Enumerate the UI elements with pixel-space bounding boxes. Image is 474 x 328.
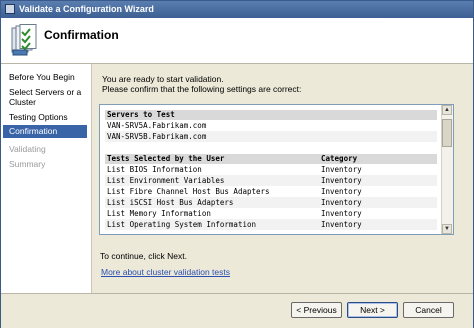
intro-line-1: You are ready to start validation. — [102, 74, 224, 84]
test-category: Inventory — [321, 187, 362, 196]
test-row: List iSCSI Host Bus Adapters Inventory — [105, 197, 437, 208]
wizard-footer: < Previous Next > Cancel — [1, 293, 473, 328]
wizard-header: Confirmation — [1, 18, 473, 64]
test-name: List iSCSI Host Bus Adapters — [107, 198, 234, 207]
intro-text: You are ready to start validation. Pleas… — [102, 74, 462, 94]
test-name: List Fibre Channel Host Bus Adapters — [107, 187, 270, 196]
wizard-steps-nav: Before You Begin Select Servers or a Clu… — [1, 64, 92, 293]
nav-step-before-you-begin[interactable]: Before You Begin — [3, 72, 87, 82]
cluster-validation-help-link[interactable]: More about cluster validation tests — [101, 267, 230, 277]
cancel-button[interactable]: Cancel — [403, 302, 454, 318]
wizard-checklist-icon — [11, 24, 37, 56]
test-category: Inventory — [321, 220, 362, 229]
next-button[interactable]: Next > — [347, 302, 398, 318]
intro-line-2: Please confirm that the following settin… — [102, 84, 302, 94]
test-category: Inventory — [321, 176, 362, 185]
nav-step-summary: Summary — [9, 159, 46, 169]
wizard-window: Validate a Configuration Wizard Confirma… — [0, 0, 474, 328]
window-title: Validate a Configuration Wizard — [19, 4, 154, 14]
test-name: List Operating System Information — [107, 220, 257, 229]
test-row: List Operating System Information Invent… — [105, 219, 437, 230]
settings-summary-list[interactable]: Servers to Test VAN-SRV5A.Fabrikam.com V… — [99, 104, 454, 235]
servers-section-header: Servers to Test — [105, 110, 437, 120]
title-bar[interactable]: Validate a Configuration Wizard — [1, 1, 473, 18]
scroll-up-icon[interactable]: ▲ — [442, 105, 452, 115]
scroll-thumb[interactable] — [442, 119, 452, 147]
previous-button[interactable]: < Previous — [291, 302, 342, 318]
test-name: List Environment Variables — [107, 176, 225, 185]
test-category: Inventory — [321, 209, 362, 218]
nav-step-validating: Validating — [9, 144, 46, 154]
wizard-content: You are ready to start validation. Pleas… — [92, 64, 473, 293]
nav-step-testing-options[interactable]: Testing Options — [3, 112, 87, 122]
continue-instruction: To continue, click Next. — [100, 251, 187, 261]
test-row: List BIOS Information Inventory — [105, 164, 437, 175]
page-title: Confirmation — [44, 28, 119, 42]
test-category: Inventory — [321, 165, 362, 174]
test-row: List Environment Variables Inventory — [105, 175, 437, 186]
test-row: List Memory Information Inventory — [105, 208, 437, 219]
tests-column-header: Tests Selected by the User — [107, 154, 225, 163]
test-row: List Fibre Channel Host Bus Adapters Inv… — [105, 186, 437, 197]
test-name: List BIOS Information — [107, 165, 202, 174]
tests-section-header: Tests Selected by the User Category — [105, 154, 437, 164]
category-column-header: Category — [321, 154, 358, 163]
test-name: List Memory Information — [107, 209, 211, 218]
server-row: VAN-SRV5A.Fabrikam.com — [107, 121, 207, 130]
nav-step-confirmation[interactable]: Confirmation — [3, 125, 87, 138]
server-row: VAN-SRV5B.Fabrikam.com — [105, 131, 437, 142]
nav-step-select-servers[interactable]: Select Servers or a Cluster — [3, 87, 87, 107]
test-category: Inventory — [321, 198, 362, 207]
vertical-scrollbar[interactable]: ▲ ▼ — [441, 105, 453, 234]
app-icon — [5, 4, 15, 14]
scroll-down-icon[interactable]: ▼ — [442, 224, 452, 234]
